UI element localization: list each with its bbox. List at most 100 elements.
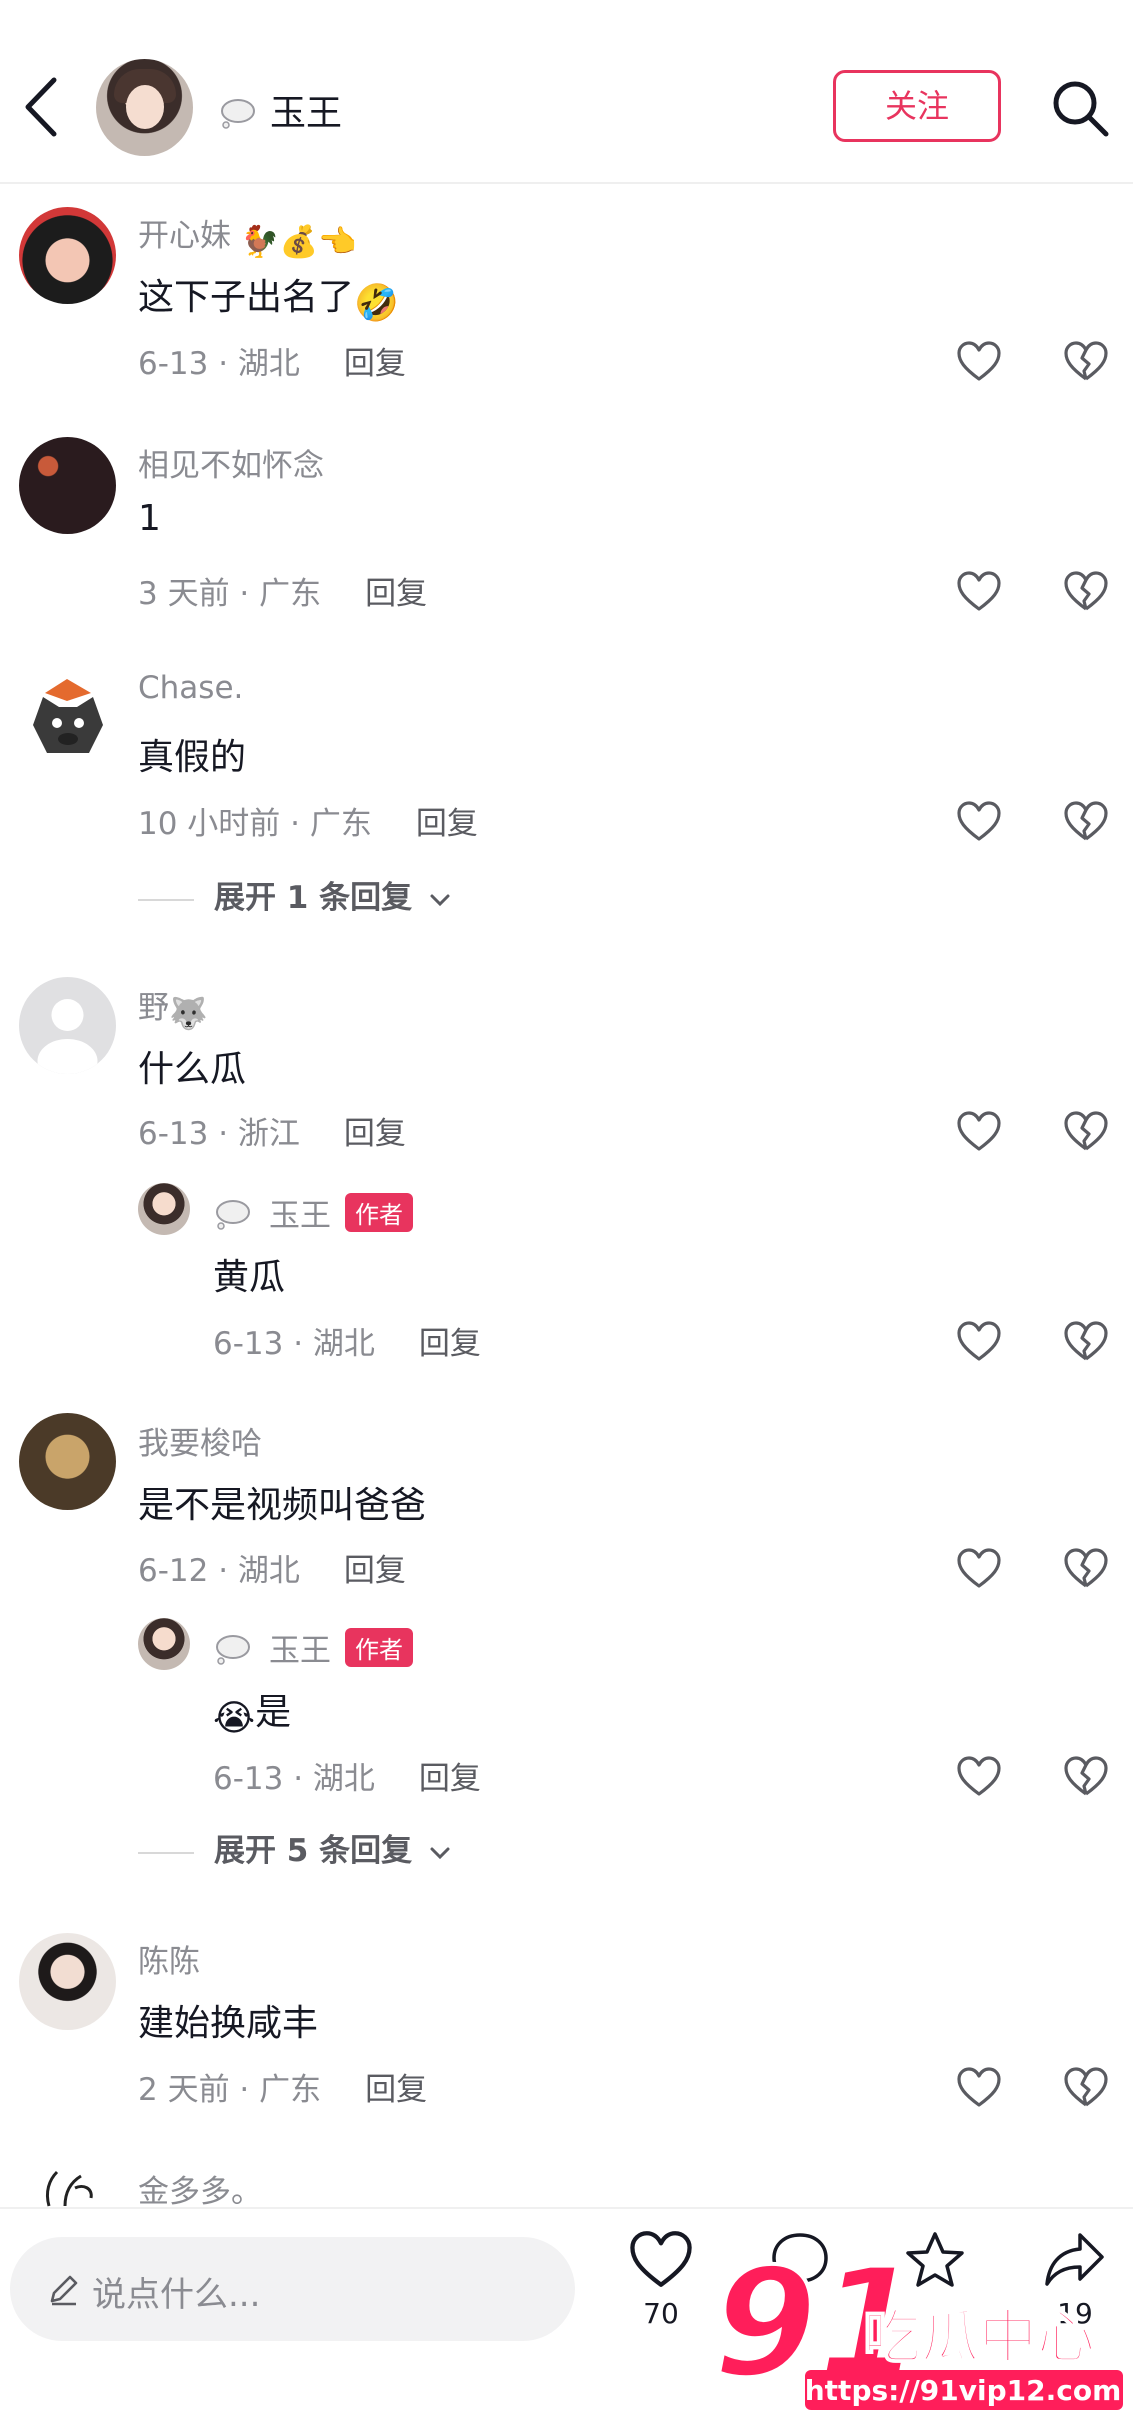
comment-username[interactable]: Chase. <box>138 670 243 706</box>
expand-replies-button[interactable]: 展开 5 条回复 <box>138 1825 453 1870</box>
comment-date: 6-13 · 湖北 <box>138 346 300 382</box>
crying-face-emoji-icon: 😭 <box>213 1698 256 1739</box>
ok-hand-avatar-icon <box>45 2170 93 2207</box>
heart-icon[interactable] <box>956 570 1002 612</box>
author-badge: 作者 <box>345 1628 413 1667</box>
comment-meta: 6-12 · 湖北 回复 <box>138 1545 406 1590</box>
pencil-icon <box>50 2275 78 2306</box>
comment-meta: 6-13 · 湖北 回复 <box>138 338 406 383</box>
follow-button[interactable]: 关注 <box>833 70 1001 142</box>
heart-icon <box>630 2231 692 2287</box>
comment-meta: 10 小时前 · 广东 回复 <box>138 798 478 843</box>
author-badge: 作者 <box>345 1193 413 1232</box>
user-avatar[interactable] <box>19 1933 116 2030</box>
wolf-emoji-icon: 🐺 <box>169 996 208 1032</box>
reply-button[interactable]: 回复 <box>419 1326 481 1362</box>
user-avatar[interactable] <box>19 1413 116 1510</box>
reply-button[interactable]: 回复 <box>365 2072 427 2108</box>
comment-date: 10 小时前 · 广东 <box>138 806 372 842</box>
comment-input-placeholder: 说点什么... <box>92 2275 261 2315</box>
comment-input[interactable]: 说点什么... <box>10 2237 575 2341</box>
user-avatar[interactable] <box>19 977 116 1074</box>
reply-username[interactable]: 玉王 作者 <box>213 1625 413 1670</box>
broken-heart-icon[interactable] <box>1063 570 1109 612</box>
top-bar: 玉王 关注 <box>0 0 1133 184</box>
comment-date: 6-13 · 浙江 <box>138 1116 300 1152</box>
broken-heart-icon[interactable] <box>1063 800 1109 842</box>
heart-icon[interactable] <box>956 2066 1002 2108</box>
comment-text: 什么瓜 <box>138 1049 247 1090</box>
heart-icon[interactable] <box>956 1110 1002 1152</box>
money-bag-emoji-icon: 💰 <box>279 224 319 260</box>
author-name[interactable]: 玉王 <box>218 84 342 136</box>
pointing-hand-emoji-icon: 👈 <box>318 224 357 260</box>
user-avatar[interactable] <box>19 207 116 304</box>
thought-bubble-icon <box>221 99 255 129</box>
comment-text: 这下子出名了🤣 <box>138 277 399 324</box>
author-avatar[interactable] <box>96 59 193 156</box>
author-reply-avatar[interactable] <box>138 1618 190 1670</box>
reply-button[interactable]: 回复 <box>416 806 478 842</box>
default-user-icon <box>37 999 98 1074</box>
thought-bubble-icon <box>213 1198 253 1230</box>
user-avatar[interactable] <box>19 667 116 764</box>
broken-heart-icon[interactable] <box>1063 1755 1109 1797</box>
thought-bubble-icon <box>213 1633 253 1665</box>
user-avatar[interactable] <box>19 2162 116 2207</box>
broken-heart-icon[interactable] <box>1063 1110 1109 1152</box>
cartoon-wolf-avatar-icon <box>33 679 103 753</box>
heart-icon[interactable] <box>956 340 1002 382</box>
back-arrow-icon[interactable] <box>18 72 68 142</box>
reply-username[interactable]: 玉王 作者 <box>213 1190 413 1235</box>
comment-text: 是不是视频叫爸爸 <box>138 1485 427 1526</box>
broken-heart-icon[interactable] <box>1063 1547 1109 1589</box>
broken-heart-icon[interactable] <box>1063 1320 1109 1362</box>
expand-replies-label: 展开 5 条回复 <box>214 1833 413 1869</box>
rooster-emoji-icon: 🐓 <box>240 224 280 260</box>
comment-username[interactable]: 金多多。 <box>138 2166 262 2211</box>
reply-button[interactable]: 回复 <box>419 1761 481 1797</box>
reply-text: 黄瓜 <box>213 1257 286 1298</box>
chevron-down-icon <box>430 1847 450 1859</box>
reply-button[interactable]: 回复 <box>344 1553 406 1589</box>
author-name-label: 玉王 <box>270 93 343 134</box>
heart-icon[interactable] <box>956 1320 1002 1362</box>
comment-text: 建始换咸丰 <box>138 2003 319 2044</box>
reply-text: 😭是 <box>213 1692 292 1739</box>
comment-meta: 3 天前 · 广东 回复 <box>138 568 427 613</box>
divider-line <box>138 898 194 901</box>
heart-icon[interactable] <box>956 1547 1002 1589</box>
divider-line <box>138 1851 194 1854</box>
comment-date: 2 天前 · 广东 <box>138 2072 322 2108</box>
heart-icon[interactable] <box>956 800 1002 842</box>
svg-text:吃瓜中心: 吃瓜中心 <box>863 2303 1095 2371</box>
reply-date: 6-13 · 湖北 <box>213 1761 375 1797</box>
reply-button[interactable]: 回复 <box>344 346 406 382</box>
comment-username[interactable]: 陈陈 <box>138 1936 200 1981</box>
comment-username[interactable]: 我要梭哈 <box>138 1418 262 1463</box>
svg-text:https://91vip12.com: https://91vip12.com <box>805 2374 1122 2407</box>
reply-meta: 6-13 · 湖北 回复 <box>213 1318 481 1363</box>
author-reply-avatar[interactable] <box>138 1183 190 1235</box>
comment-username[interactable]: 开心妹 🐓💰👈 <box>138 210 357 260</box>
comment-date: 3 天前 · 广东 <box>138 576 322 612</box>
like-count: 70 <box>643 2297 679 2330</box>
reply-date: 6-13 · 湖北 <box>213 1326 375 1362</box>
site-watermark-logo: 91 吃瓜中心 https://91vip12.com <box>713 2245 1123 2413</box>
like-action[interactable]: 70 <box>616 2229 706 2330</box>
laughing-tears-emoji-icon: 🤣 <box>354 283 399 324</box>
heart-icon[interactable] <box>956 1755 1002 1797</box>
comment-text: 1 <box>138 498 161 539</box>
comment-text: 真假的 <box>138 737 247 778</box>
user-avatar[interactable] <box>19 437 116 534</box>
expand-replies-button[interactable]: 展开 1 条回复 <box>138 872 453 917</box>
reply-button[interactable]: 回复 <box>344 1116 406 1152</box>
reply-button[interactable]: 回复 <box>365 576 427 612</box>
broken-heart-icon[interactable] <box>1063 340 1109 382</box>
comment-meta: 2 天前 · 广东 回复 <box>138 2064 427 2109</box>
search-icon[interactable] <box>1050 78 1110 138</box>
comment-username[interactable]: 野🐺 <box>138 982 208 1032</box>
broken-heart-icon[interactable] <box>1063 2066 1109 2108</box>
comment-username[interactable]: 相见不如怀念 <box>138 440 324 485</box>
reply-meta: 6-13 · 湖北 回复 <box>213 1753 481 1798</box>
